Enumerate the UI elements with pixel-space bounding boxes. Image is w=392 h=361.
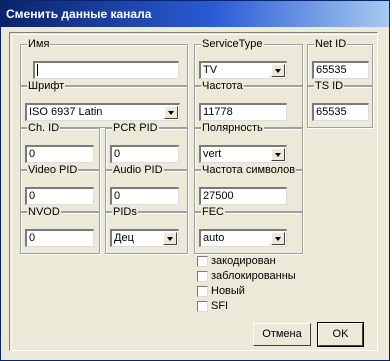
symbol-rate-label: Частота символов <box>201 163 297 177</box>
fec-select[interactable]: auto <box>199 229 287 247</box>
frequency-label: Частота <box>201 79 244 93</box>
audio-pid-value: 0 <box>114 190 121 202</box>
chevron-down-icon[interactable] <box>271 64 285 77</box>
polarity-label: Полярность <box>201 121 264 135</box>
pids-label: PIDs <box>112 205 138 219</box>
chevron-down-icon[interactable] <box>271 148 285 161</box>
chevron-down-icon[interactable] <box>271 232 285 245</box>
cancel-button[interactable]: Отмена <box>253 323 311 346</box>
font-select[interactable]: ISO 6937 Latin <box>25 103 180 121</box>
ch-id-value: 0 <box>29 148 36 160</box>
video-pid-value: 0 <box>29 190 36 202</box>
main-panel: Имя ServiceType TV Net ID 65535 Шрифт IS… <box>9 32 378 351</box>
audio-pid-label: Audio PID <box>112 163 164 177</box>
pcr-pid-label: PCR PID <box>112 121 159 135</box>
fec-value: auto <box>203 232 225 244</box>
frequency-input[interactable]: 11778 <box>199 103 287 121</box>
ts-id-value: 65535 <box>316 106 347 118</box>
dialog-window: Сменить данные канала Имя ServiceType TV… <box>0 0 390 361</box>
service-type-value: TV <box>203 64 218 76</box>
pcr-pid-value: 0 <box>114 148 121 160</box>
nvod-input[interactable]: 0 <box>25 229 94 247</box>
fec-label: FEC <box>201 205 225 219</box>
name-input[interactable] <box>33 61 179 79</box>
blocked-checkbox[interactable] <box>197 271 208 282</box>
symbol-rate-value: 27500 <box>203 190 234 202</box>
font-label: Шрифт <box>27 79 66 93</box>
fec-group: FEC auto <box>194 205 303 254</box>
net-id-value: 65535 <box>316 64 347 76</box>
nvod-value: 0 <box>29 232 36 244</box>
service-type-select[interactable]: TV <box>199 61 287 79</box>
ok-button[interactable]: OK <box>317 322 364 347</box>
nvod-group: NVOD 0 <box>20 205 100 254</box>
name-label: Имя <box>27 37 51 51</box>
ch-id-label: Ch. ID <box>27 121 61 135</box>
pids-select[interactable]: Дец <box>110 229 179 247</box>
polarity-value: vert <box>203 148 222 160</box>
chevron-down-icon[interactable] <box>164 106 178 119</box>
chevron-down-icon[interactable] <box>163 232 177 245</box>
title-bar[interactable]: Сменить данные канала <box>1 1 389 27</box>
ts-id-group: TS ID 65535 <box>307 79 373 128</box>
net-id-label: Net ID <box>314 37 348 51</box>
encoded-checkbox-label[interactable]: закодирован <box>211 255 276 268</box>
new-checkbox[interactable] <box>197 286 208 297</box>
new-checkbox-label[interactable]: Новый <box>211 285 245 298</box>
window-title: Сменить данные канала <box>6 7 152 21</box>
ch-id-input[interactable]: 0 <box>25 145 94 163</box>
nvod-label: NVOD <box>27 205 61 219</box>
audio-pid-input[interactable]: 0 <box>110 187 179 205</box>
ts-id-label: TS ID <box>314 79 345 93</box>
pids-value: Дец <box>114 232 134 244</box>
frequency-value: 11778 <box>203 106 233 118</box>
ts-id-input[interactable]: 65535 <box>312 103 369 121</box>
font-value: ISO 6937 Latin <box>29 106 103 118</box>
encoded-checkbox[interactable] <box>197 256 208 267</box>
net-id-input[interactable]: 65535 <box>312 61 369 79</box>
video-pid-label: Video PID <box>27 163 79 177</box>
blocked-checkbox-label[interactable]: заблокированны <box>211 270 296 283</box>
symbol-rate-input[interactable]: 27500 <box>199 187 287 205</box>
sfi-checkbox[interactable] <box>197 301 208 312</box>
polarity-select[interactable]: vert <box>199 145 287 163</box>
sfi-checkbox-label[interactable]: SFI <box>211 300 228 313</box>
pcr-pid-input[interactable]: 0 <box>110 145 179 163</box>
pids-group: PIDs Дец <box>105 205 188 254</box>
service-type-label: ServiceType <box>201 37 264 51</box>
video-pid-input[interactable]: 0 <box>25 187 94 205</box>
